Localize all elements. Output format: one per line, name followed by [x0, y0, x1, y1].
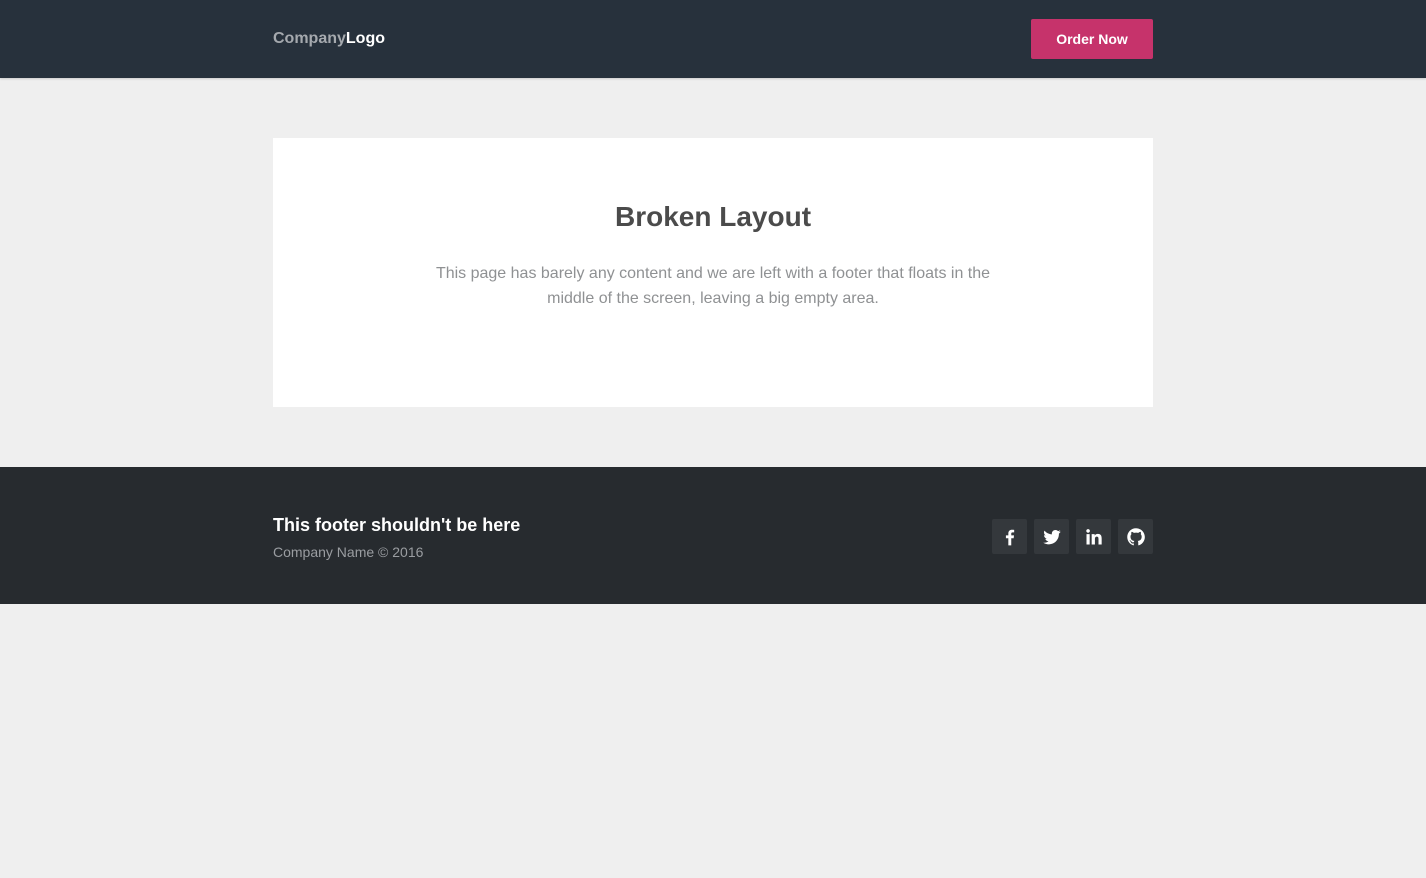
social-links — [992, 519, 1153, 554]
facebook-icon — [1005, 529, 1014, 545]
footer-container: This footer shouldn't be here Company Na… — [273, 467, 1153, 604]
github-icon — [1126, 527, 1145, 545]
linkedin-icon — [1085, 528, 1102, 544]
facebook-link[interactable] — [992, 519, 1027, 554]
order-now-button[interactable]: Order Now — [1031, 19, 1153, 59]
header-container: CompanyLogo Order Now — [273, 0, 1153, 78]
site-footer: This footer shouldn't be here Company Na… — [0, 467, 1426, 604]
logo-company-text: Company — [273, 30, 346, 47]
twitter-icon — [1042, 529, 1061, 544]
page-description: This page has barely any content and we … — [435, 265, 991, 307]
footer-title: This footer shouldn't be here — [273, 514, 521, 535]
footer-info: This footer shouldn't be here Company Na… — [273, 514, 520, 560]
page-title: Broken Layout — [614, 201, 812, 232]
github-link[interactable] — [1118, 519, 1153, 554]
logo-logo-text: Logo — [345, 30, 385, 47]
site-header: CompanyLogo Order Now — [0, 0, 1426, 78]
linkedin-link[interactable] — [1076, 519, 1111, 554]
footer-copyright: Company Name © 2016 — [273, 543, 424, 560]
main-content: Broken Layout This page has barely any c… — [273, 138, 1153, 407]
twitter-link[interactable] — [1034, 519, 1069, 554]
company-logo[interactable]: CompanyLogo — [273, 30, 385, 48]
